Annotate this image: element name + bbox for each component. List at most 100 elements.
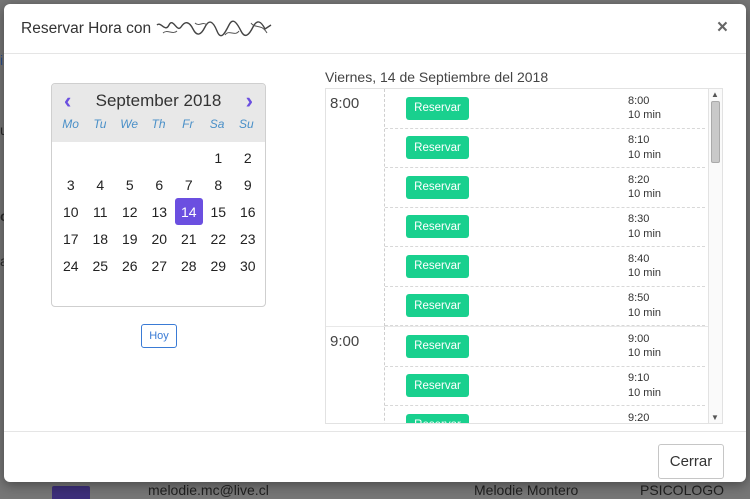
slot-info: 8:00 10 min <box>628 94 663 123</box>
scroll-up-arrow-icon[interactable]: ▲ <box>711 90 719 99</box>
calendar-day-empty <box>145 144 175 171</box>
calendar-day[interactable]: 21 <box>174 225 204 252</box>
scroll-down-arrow-icon[interactable]: ▼ <box>711 413 719 422</box>
slot-info: 8:30 10 min <box>628 212 663 241</box>
calendar-day-grid: 1 2 3 4 5 6 7 8 9 10 11 12 13 14 15 16 17 18 19 20 21 22 23 24 2… <box>52 142 265 279</box>
reserve-button[interactable]: Reservar <box>406 334 469 358</box>
slot-time: 9:20 <box>628 411 650 424</box>
slot-info: 8:50 10 min <box>628 291 663 320</box>
calendar-day[interactable]: 27 <box>145 252 175 279</box>
calendar-day-empty <box>115 144 145 171</box>
calendar-day[interactable]: 4 <box>86 171 116 198</box>
slot-duration: 10 min <box>628 267 662 280</box>
schedule-scrollbar[interactable]: ▲ ▼ <box>709 88 723 424</box>
calendar-month-label[interactable]: September 2018 <box>96 91 222 111</box>
background-role: PSICOLOGO <box>640 482 725 498</box>
slot-info: 8:10 10 min <box>628 133 663 162</box>
calendar-day[interactable]: 19 <box>115 225 145 252</box>
calendar-day[interactable]: 7 <box>174 171 204 198</box>
slot-info: 9:00 10 min <box>628 332 663 361</box>
scroll-thumb[interactable] <box>711 101 720 163</box>
hour-label: 9:00 <box>330 333 360 350</box>
calendar-day[interactable]: 2 <box>233 144 263 171</box>
calendar-day[interactable]: 1 <box>204 144 234 171</box>
calendar-day[interactable]: 5 <box>115 171 145 198</box>
time-slot-row: Reservar 8:20 10 min <box>385 168 705 208</box>
calendar-day[interactable]: 8 <box>204 171 234 198</box>
slot-info: 9:2010 min <box>628 411 663 424</box>
calendar-nav: ‹ September 2018 › <box>52 84 265 117</box>
slot-time: 8:40 <box>628 252 650 265</box>
slot-time: 8:30 <box>628 213 650 226</box>
calendar-day-selected[interactable]: 14 <box>175 198 203 225</box>
slot-time: 8:50 <box>628 292 650 305</box>
time-slot-row: Reservar 8:10 10 min <box>385 129 705 168</box>
calendar-day[interactable]: 12 <box>115 198 145 225</box>
reserve-button[interactable]: Reservar <box>406 413 469 423</box>
slot-info: 8:40 10 min <box>628 252 663 281</box>
hour-label: 8:00 <box>330 95 360 112</box>
weekday-label: Th <box>151 117 166 131</box>
calendar-day[interactable]: 3 <box>56 171 86 198</box>
chevron-right-icon[interactable]: › <box>246 89 253 111</box>
calendar-day[interactable]: 20 <box>145 225 175 252</box>
chevron-left-icon[interactable]: ‹ <box>64 89 71 111</box>
calendar-day[interactable]: 10 <box>56 198 86 225</box>
time-slot-row: Reservar 9:10 10 min <box>385 367 705 406</box>
reserve-button[interactable]: Reservar <box>406 175 469 199</box>
calendar-day[interactable]: 25 <box>86 252 116 279</box>
reserve-button[interactable]: Reservar <box>406 136 469 160</box>
slot-time: 9:10 <box>628 372 650 385</box>
calendar-day[interactable]: 30 <box>233 252 263 279</box>
reservation-modal: Reservar Hora con × ‹ September 2018 › M… <box>4 4 746 482</box>
calendar-day[interactable]: 6 <box>145 171 175 198</box>
modal-title: Reservar Hora con <box>21 19 152 37</box>
calendar-day[interactable]: 11 <box>86 198 116 225</box>
calendar-day-empty <box>174 144 204 171</box>
slot-duration: 10 min <box>628 347 662 360</box>
close-icon[interactable]: × <box>717 18 728 37</box>
hour-block: 8:00 Reservar 8:00 10 min Reservar 8:10 10 min… <box>326 89 708 327</box>
time-slot-row: Reservar 8:30 10 min <box>385 208 705 247</box>
modal-header: Reservar Hora con × <box>4 4 746 54</box>
today-button[interactable]: Hoy <box>141 324 177 348</box>
calendar-day[interactable]: 29 <box>204 252 234 279</box>
calendar-day[interactable]: 28 <box>174 252 204 279</box>
calendar-day[interactable]: 24 <box>56 252 86 279</box>
reserve-button[interactable]: Reservar <box>406 254 469 278</box>
slot-duration: 10 min <box>628 109 662 122</box>
slot-column: Reservar 8:00 10 min Reservar 8:10 10 min Rese… <box>384 89 705 326</box>
time-slot-row: Reservar 9:00 10 min <box>385 327 705 367</box>
calendar-day[interactable]: 26 <box>115 252 145 279</box>
calendar-day[interactable]: 13 <box>145 198 175 225</box>
reserve-button[interactable]: Reservar <box>406 374 469 398</box>
reserve-button[interactable]: Reservar <box>406 215 469 239</box>
calendar-day[interactable]: 22 <box>204 225 234 252</box>
modal-footer: Cerrar <box>4 431 746 482</box>
calendar-day[interactable]: 9 <box>233 171 263 198</box>
weekday-label: Sa <box>209 117 225 131</box>
schedule-day-heading: Viernes, 14 de Septiembre del 2018 <box>325 69 549 85</box>
slot-time: 8:10 <box>628 134 650 147</box>
weekday-label: Tu <box>93 117 107 131</box>
time-slot-list: 8:00 Reservar 8:00 10 min Reservar 8:10 10 min… <box>325 88 709 424</box>
modal-body: ‹ September 2018 › Mo Tu We Th Fr Sa Su 123456… <box>4 55 746 431</box>
calendar-day[interactable]: 18 <box>86 225 116 252</box>
weekday-label: Su <box>239 117 254 131</box>
weekday-label: Fr <box>182 117 194 131</box>
reserve-button[interactable]: Reservar <box>406 96 469 120</box>
slot-time: 9:00 <box>628 332 650 345</box>
reserve-button[interactable]: Reservar <box>406 294 469 318</box>
calendar-day[interactable]: 23 <box>233 225 263 252</box>
calendar-day[interactable]: 17 <box>56 225 86 252</box>
slot-duration: 10 min <box>628 148 662 161</box>
slot-column: Reservar9:0010 minReservar9:1010 minRese… <box>384 327 705 424</box>
calendar-day-empty <box>86 144 116 171</box>
slot-time: 8:00 <box>628 94 650 107</box>
calendar-day[interactable]: 15 <box>204 198 234 225</box>
calendar-day[interactable]: 16 <box>233 198 263 225</box>
time-slot-row: Reservar 8:50 10 min <box>385 287 705 326</box>
slot-duration: 10 min <box>628 386 662 399</box>
calendar-header: ‹ September 2018 › Mo Tu We Th Fr Sa Su <box>52 84 265 142</box>
close-button[interactable]: Cerrar <box>658 444 724 479</box>
